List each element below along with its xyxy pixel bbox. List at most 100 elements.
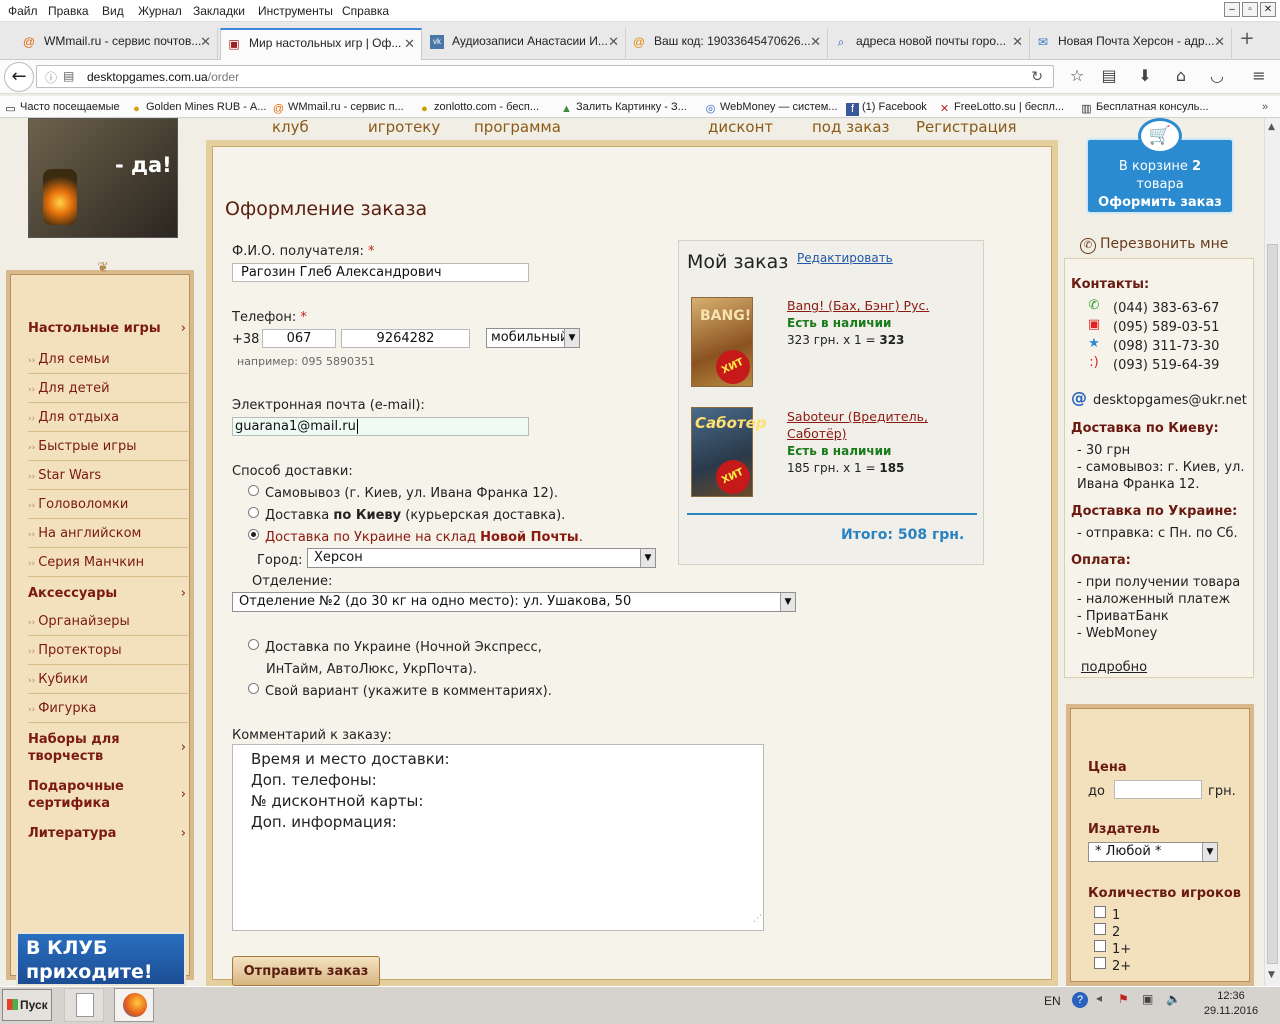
topnav-discount[interactable]: дисконт bbox=[708, 118, 773, 136]
star-icon[interactable]: ☆ bbox=[1066, 66, 1088, 88]
back-icon[interactable]: ← bbox=[4, 62, 34, 92]
phone-type-select[interactable]: мобильный ▼ bbox=[486, 328, 580, 348]
close-icon[interactable]: ✕ bbox=[200, 34, 211, 50]
hamburger-icon[interactable]: ≡ bbox=[1248, 66, 1270, 88]
bookmark-item[interactable]: ▲ Залить Картинку - З... bbox=[560, 101, 698, 116]
city-select[interactable]: Херсон ▼ bbox=[307, 548, 656, 568]
phone-number[interactable]: (044) 383-63-67 bbox=[1113, 301, 1219, 316]
product-image[interactable]: Саботер ХИТ bbox=[691, 407, 767, 500]
bookmark-item[interactable]: ▭ Часто посещаемые bbox=[4, 101, 124, 116]
players-checkbox[interactable] bbox=[1094, 906, 1106, 918]
delivery-kiev-radio[interactable] bbox=[248, 507, 259, 518]
delivery-other-label[interactable]: Доставка по Украине (Ночной Экспресс, bbox=[265, 640, 542, 655]
close-icon[interactable]: ✕ bbox=[810, 34, 821, 50]
menu-history[interactable]: Журнал bbox=[138, 4, 182, 18]
bookmark-item[interactable]: ● zonlotto.com - бесп... bbox=[418, 101, 552, 116]
taskbar-app-blank[interactable] bbox=[64, 988, 104, 1022]
scrollbar-thumb[interactable] bbox=[1267, 244, 1278, 964]
category-item[interactable]: ›› Фигурка bbox=[28, 701, 188, 723]
category-item[interactable]: ›› Протекторы bbox=[28, 643, 188, 665]
maximize-icon[interactable]: ▫ bbox=[1242, 2, 1258, 17]
delivery-pickup-radio[interactable] bbox=[248, 485, 259, 496]
phone-code-input[interactable]: 067 bbox=[262, 329, 336, 348]
minimize-icon[interactable]: – bbox=[1224, 2, 1240, 17]
category-item[interactable]: ›› Органайзеры bbox=[28, 614, 188, 636]
players-checkbox[interactable] bbox=[1094, 957, 1106, 969]
volume-icon[interactable]: 🔈 bbox=[1166, 992, 1181, 1006]
phone-number-input[interactable]: 9264282 bbox=[341, 329, 470, 348]
page-scrollbar[interactable]: ▲ ▼ bbox=[1264, 118, 1280, 986]
address-bar[interactable]: ⓘ ▤ desktopgames.com.ua/order ↻ bbox=[36, 65, 1054, 88]
category-item[interactable]: ›› Star Wars bbox=[28, 468, 188, 490]
players-checkbox[interactable] bbox=[1094, 940, 1106, 952]
delivery-other-radio[interactable] bbox=[248, 639, 259, 650]
category-heading[interactable]: Наборы для творчеств › bbox=[28, 731, 186, 765]
tab-vk[interactable]: vk Аудиозаписи Анастасии И... ✕ bbox=[424, 28, 626, 60]
menu-help[interactable]: Справка bbox=[342, 4, 389, 18]
topnav-program[interactable]: программа bbox=[474, 118, 561, 136]
publisher-select[interactable]: * Любой * ▼ bbox=[1088, 842, 1218, 862]
players-checkbox[interactable] bbox=[1094, 923, 1106, 935]
phone-number[interactable]: (093) 519-64-39 bbox=[1113, 358, 1219, 373]
bookmark-item[interactable]: ◎ WebMoney — систем... bbox=[704, 101, 842, 116]
contact-email[interactable]: desktopgames@ukr.net bbox=[1093, 393, 1247, 408]
email-input[interactable]: guarana1@mail.ru bbox=[232, 417, 529, 436]
new-tab-icon[interactable]: + bbox=[1236, 28, 1258, 50]
more-bookmarks-icon[interactable]: » bbox=[1262, 101, 1268, 113]
close-icon[interactable]: ✕ bbox=[404, 36, 415, 52]
delivery-other-label-2[interactable]: ИнТайм, АвтоЛюкс, УкрПочта). bbox=[266, 662, 477, 677]
resize-handle-icon[interactable]: ⋰ bbox=[753, 909, 762, 930]
delivery-custom-radio[interactable] bbox=[248, 683, 259, 694]
menu-bookmarks[interactable]: Закладки bbox=[193, 4, 245, 18]
price-max-input[interactable] bbox=[1114, 780, 1202, 799]
category-heading[interactable]: Настольные игры › bbox=[28, 320, 186, 337]
category-heading[interactable]: Аксессуары › bbox=[28, 585, 186, 602]
topnav-preorder[interactable]: под заказ bbox=[812, 118, 890, 136]
delivery-novaposhta-radio[interactable] bbox=[248, 529, 259, 540]
reload-icon[interactable]: ↻ bbox=[1031, 68, 1043, 85]
branch-select[interactable]: Отделение №2 (до 30 кг на одно место): у… bbox=[232, 592, 796, 612]
close-icon[interactable]: ✕ bbox=[1260, 2, 1276, 17]
network-icon[interactable]: ▣ bbox=[1142, 992, 1153, 1006]
start-button[interactable]: Пуск bbox=[2, 989, 52, 1021]
callback-link[interactable]: ✆ Перезвонить мне bbox=[1080, 236, 1228, 254]
phone-number[interactable]: (095) 589-03-51 bbox=[1113, 320, 1219, 335]
delivery-custom-label[interactable]: Свой вариант (укажите в комментариях). bbox=[265, 684, 552, 699]
category-item[interactable]: ›› Для семьи bbox=[28, 352, 188, 374]
club-banner[interactable]: В КЛУБ приходите! bbox=[16, 932, 186, 986]
menu-file[interactable]: Файл bbox=[8, 4, 38, 18]
category-item[interactable]: ›› Кубики bbox=[28, 672, 188, 694]
checkout-link[interactable]: Оформить заказ bbox=[1088, 194, 1232, 212]
fio-input[interactable]: Рагозин Глеб Александрович bbox=[232, 263, 529, 282]
category-heading[interactable]: Литература › bbox=[28, 825, 186, 842]
product-link[interactable]: Bang! (Бах, Бэнг) Рус. bbox=[787, 297, 977, 314]
menu-tools[interactable]: Инструменты bbox=[258, 4, 333, 18]
tab-search[interactable]: ⌕ адреса новой почты горо... ✕ bbox=[828, 28, 1030, 60]
tab-code[interactable]: @ Ваш код: 19033645470626... ✕ bbox=[626, 28, 828, 60]
comment-textarea[interactable]: Время и место доставки: Доп. телефоны: №… bbox=[232, 744, 764, 931]
category-item[interactable]: ›› Серия Манчкин bbox=[28, 555, 188, 577]
category-item[interactable]: ›› Для отдыха bbox=[28, 410, 188, 432]
tab-wmmail[interactable]: @ WMmail.ru - сервис почтов... ✕ bbox=[16, 28, 218, 60]
reading-list-icon[interactable]: ▤ bbox=[1098, 66, 1120, 88]
product-link[interactable]: Saboteur (Вредитель, Саботёр) bbox=[787, 408, 967, 442]
menu-edit[interactable]: Правка bbox=[48, 4, 89, 18]
scroll-down-icon[interactable]: ▼ bbox=[1268, 970, 1275, 980]
clock[interactable]: 12:36 29.11.2016 bbox=[1196, 989, 1266, 1019]
close-icon[interactable]: ✕ bbox=[1012, 34, 1023, 50]
category-item[interactable]: ›› Для детей bbox=[28, 381, 188, 403]
pocket-icon[interactable]: ◡ bbox=[1206, 66, 1228, 88]
bookmark-item[interactable]: ✕ FreeLotto.su | беспл... bbox=[938, 101, 1072, 116]
promo-banner[interactable]: - да! bbox=[28, 118, 178, 238]
scroll-up-icon[interactable]: ▲ bbox=[1268, 122, 1275, 132]
bookmark-item[interactable]: @ WMmail.ru - сервис п... bbox=[272, 101, 412, 116]
category-item[interactable]: ›› На английском bbox=[28, 526, 188, 548]
bookmark-item[interactable]: f (1) Facebook bbox=[846, 101, 932, 116]
phone-number[interactable]: (098) 311-73-30 bbox=[1113, 339, 1219, 354]
download-icon[interactable]: ⬇ bbox=[1134, 66, 1156, 88]
submit-order-button[interactable]: Отправить заказ bbox=[232, 956, 380, 986]
product-image[interactable]: BANG! ХИТ bbox=[691, 297, 756, 390]
delivery-kiev-label[interactable]: Доставка по Киеву (курьерская доставка). bbox=[265, 508, 565, 523]
topnav-club[interactable]: клуб bbox=[272, 118, 309, 136]
category-heading[interactable]: Подарочные сертифика › bbox=[28, 778, 186, 812]
